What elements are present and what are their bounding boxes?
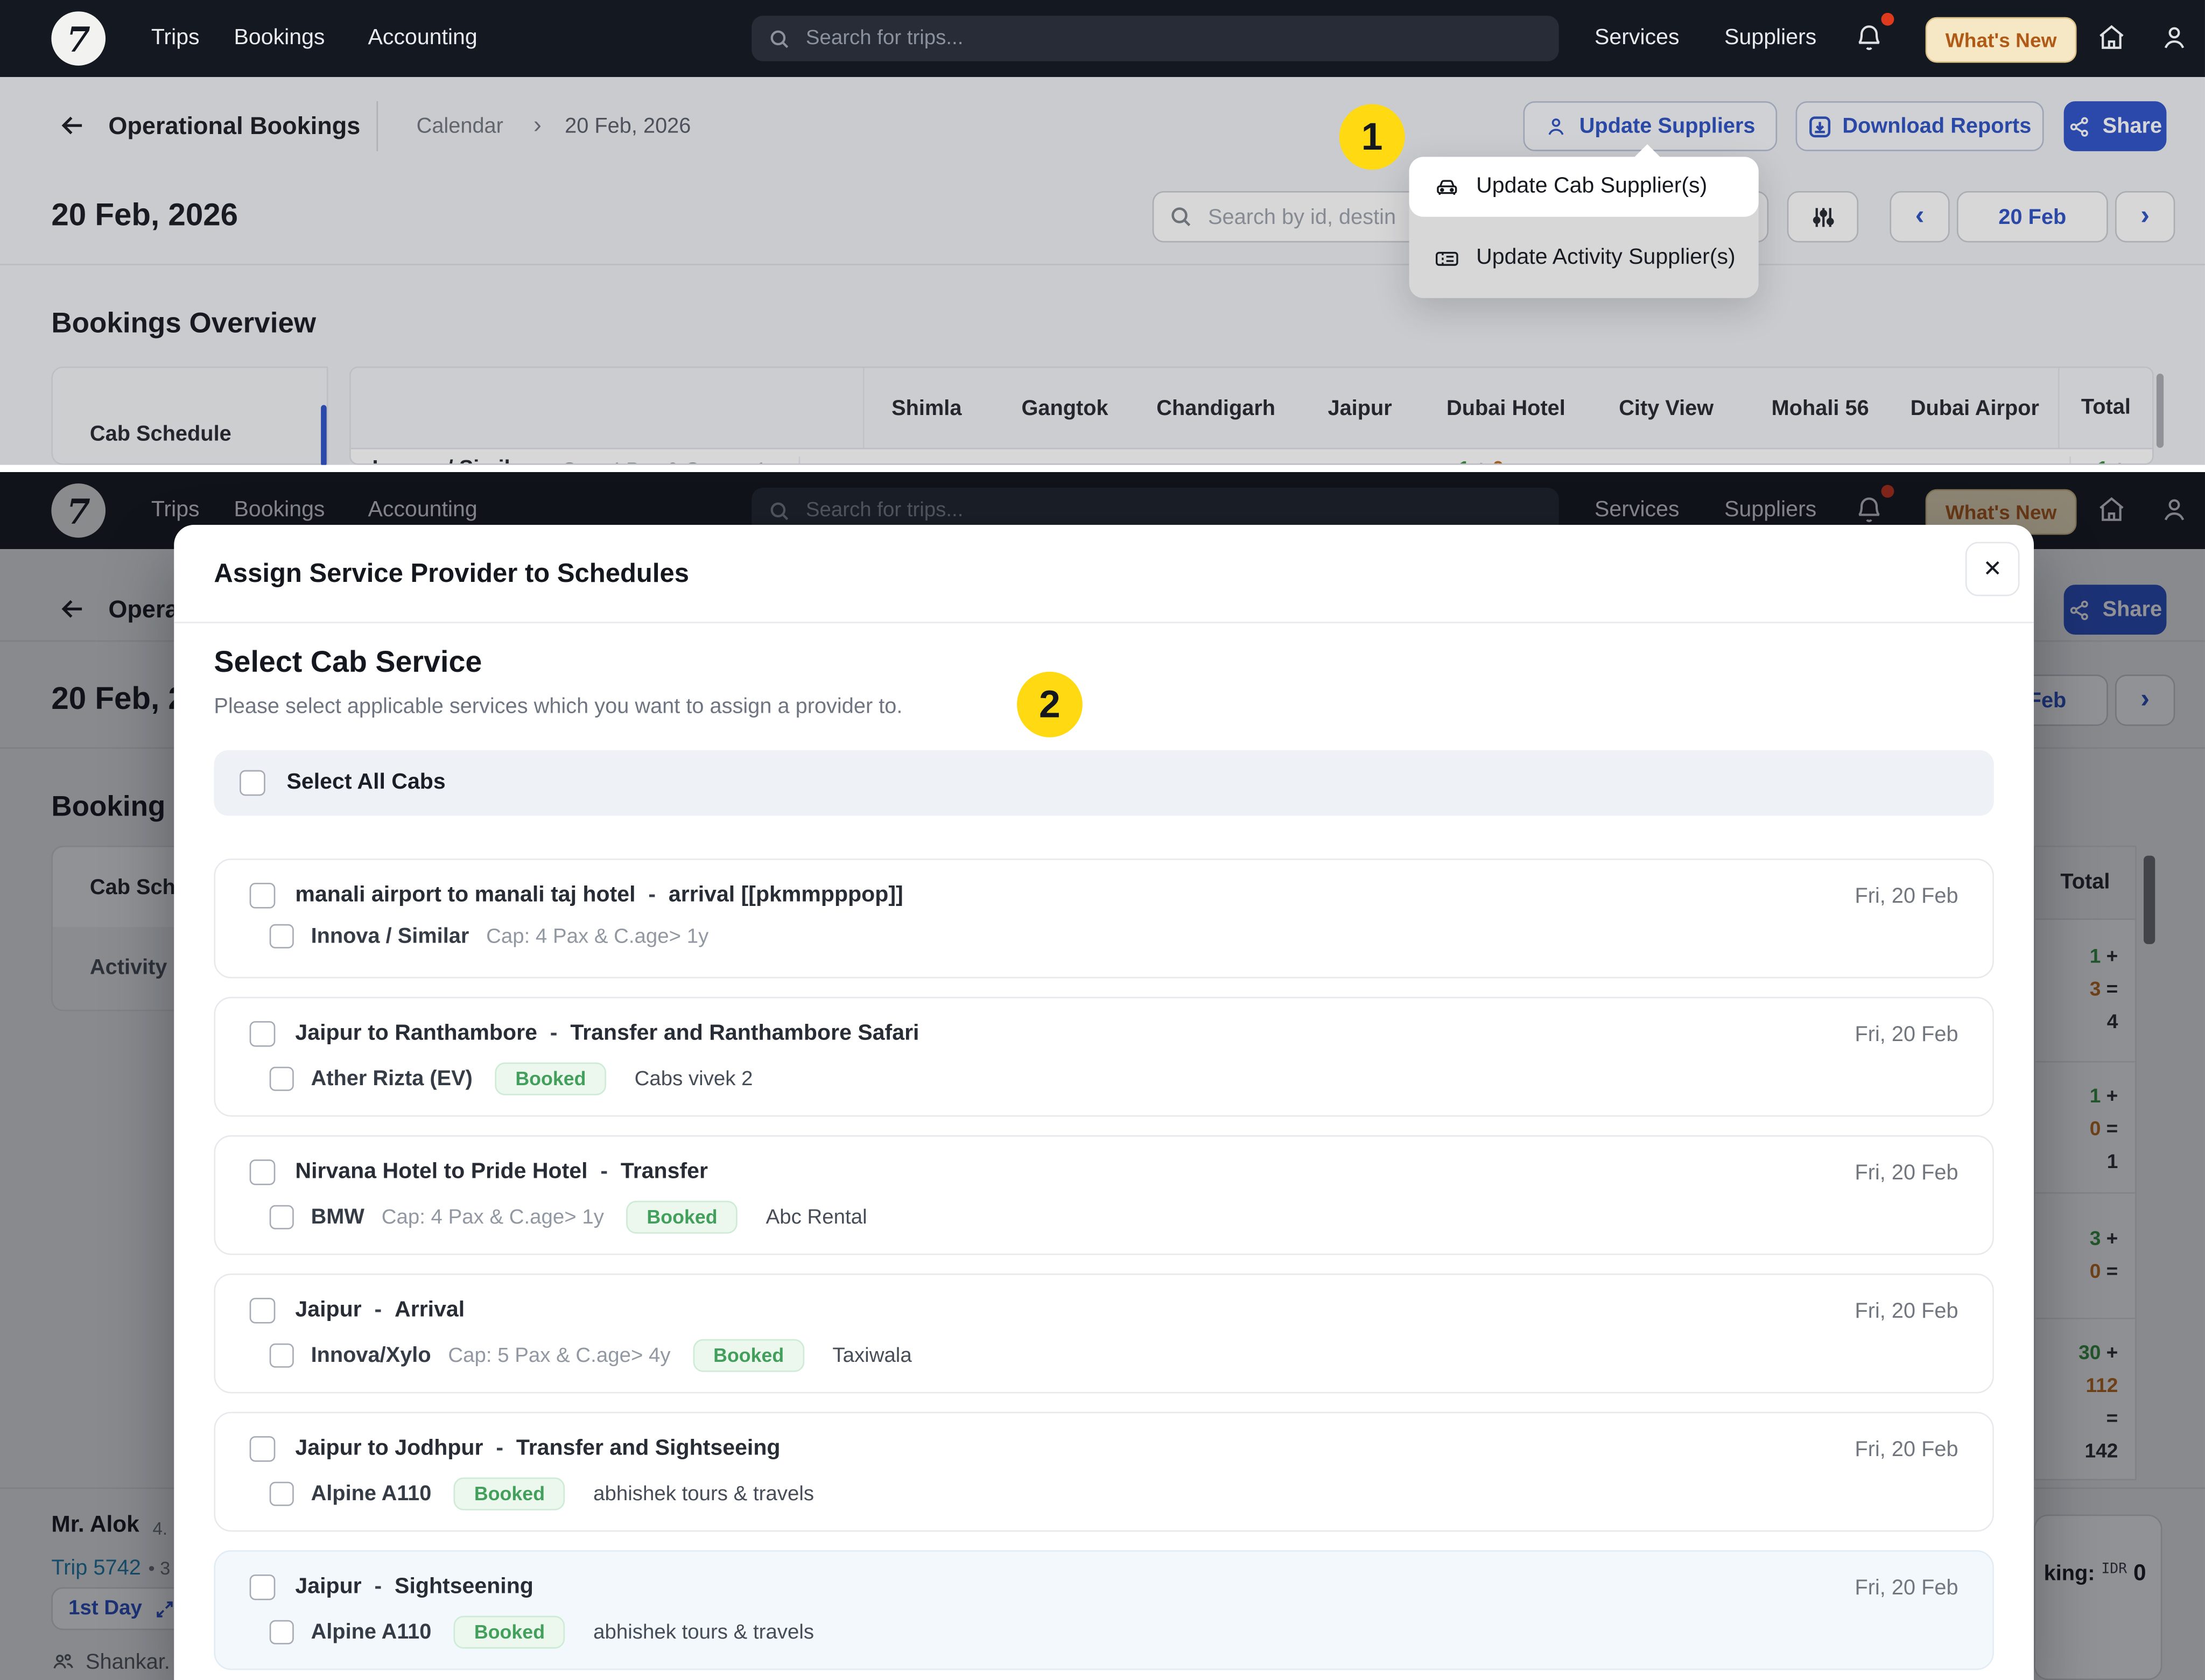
vehicle-name: Alpine A110: [311, 1620, 432, 1644]
service-checkbox[interactable]: [250, 1298, 276, 1324]
close-icon: ✕: [1983, 555, 2002, 584]
cab-service-card[interactable]: Jaipur to Ranthambore-Transfer and Ranth…: [214, 997, 1993, 1117]
vehicle-capacity: Cap: 4 Pax & C.age> 1y: [486, 925, 708, 947]
select-all-label: Select All Cabs: [287, 770, 446, 796]
vehicle-checkbox[interactable]: [270, 1344, 294, 1368]
bottom-screenshot: 7 Trips Bookings Accounting Services Sup…: [0, 472, 2205, 1680]
nav-bookings[interactable]: Bookings: [234, 26, 325, 52]
app-logo[interactable]: 7: [51, 11, 106, 66]
vehicle-checkbox[interactable]: [270, 1620, 294, 1644]
provider-name: Taxiwala: [832, 1344, 911, 1367]
top-navbar: 7 Trips Bookings Accounting Services Sup…: [0, 0, 2205, 77]
booked-badge: Booked: [495, 1063, 606, 1095]
cab-icon: [1435, 175, 1459, 199]
nav-accounting[interactable]: Accounting: [368, 26, 477, 52]
cab-service-card[interactable]: manali airport to manali taj hotel-arriv…: [214, 859, 1993, 979]
select-all-row[interactable]: Select All Cabs: [214, 750, 1993, 816]
service-date: Fri, 20 Feb: [1855, 1298, 1958, 1323]
service-title: Jaipur-Sightseening: [295, 1574, 533, 1600]
whats-new-button[interactable]: What's New: [1926, 17, 2077, 63]
search-icon: [769, 28, 790, 50]
vehicle-checkbox[interactable]: [270, 1067, 294, 1091]
service-checkbox[interactable]: [250, 883, 276, 909]
trip-search[interactable]: [752, 16, 1559, 61]
bell-icon[interactable]: [1854, 23, 1884, 53]
modal-section-title: Select Cab Service: [214, 646, 1993, 680]
vehicle-checkbox[interactable]: [270, 1205, 294, 1229]
booked-badge: Booked: [454, 1616, 565, 1649]
vehicle-capacity: Cap: 4 Pax & C.age> 1y: [382, 1206, 604, 1228]
service-checkbox[interactable]: [250, 1159, 276, 1185]
vehicle-name: Alpine A110: [311, 1482, 432, 1506]
service-date: Fri, 20 Feb: [1855, 1160, 1958, 1184]
assign-provider-modal: Assign Service Provider to Schedules ✕ S…: [174, 525, 2034, 1680]
service-title: manali airport to manali taj hotel-arriv…: [295, 883, 903, 909]
service-date: Fri, 20 Feb: [1855, 1022, 1958, 1046]
cab-service-card[interactable]: Nirvana Hotel to Pride Hotel-Transfer Fr…: [214, 1135, 1993, 1255]
vehicle-name: BMW: [311, 1205, 364, 1229]
cab-service-card[interactable]: Jaipur-Sightseening Fri, 20 Feb Alpine A…: [214, 1550, 1993, 1670]
dim-overlay: [0, 77, 2205, 465]
service-checkbox[interactable]: [250, 1574, 276, 1600]
top-screenshot: 7 Trips Bookings Accounting Services Sup…: [0, 0, 2205, 465]
modal-header: Assign Service Provider to Schedules ✕: [174, 525, 2034, 623]
modal-subtitle: Please select applicable services which …: [214, 694, 1993, 719]
service-title: Jaipur-Arrival: [295, 1298, 465, 1324]
modal-title: Assign Service Provider to Schedules: [214, 558, 689, 589]
profile-icon[interactable]: [2159, 23, 2189, 53]
vehicle-capacity: Cap: 5 Pax & C.age> 4y: [448, 1344, 670, 1367]
booked-badge: Booked: [627, 1201, 737, 1234]
service-title: Jaipur to Ranthambore-Transfer and Ranth…: [295, 1021, 919, 1047]
provider-name: Abc Rental: [766, 1206, 867, 1228]
service-title: Jaipur to Jodhpur-Transfer and Sightseei…: [295, 1436, 780, 1462]
nav-trips[interactable]: Trips: [151, 26, 200, 52]
nav-suppliers[interactable]: Suppliers: [1724, 26, 1816, 52]
service-checkbox[interactable]: [250, 1436, 276, 1462]
vehicle-name: Innova/Xylo: [311, 1344, 431, 1368]
annotation-step-2: 2: [1017, 672, 1083, 737]
vehicle-name: Ather Rizta (EV): [311, 1067, 473, 1091]
service-date: Fri, 20 Feb: [1855, 883, 1958, 908]
service-title: Nirvana Hotel to Pride Hotel-Transfer: [295, 1159, 708, 1185]
provider-name: abhishek tours & travels: [593, 1621, 814, 1643]
notification-dot: [1881, 13, 1894, 26]
select-all-checkbox[interactable]: [240, 770, 265, 796]
booked-badge: Booked: [693, 1339, 804, 1372]
provider-name: abhishek tours & travels: [593, 1482, 814, 1505]
menu-item-update-cab-supplier[interactable]: Update Cab Supplier(s): [1409, 157, 1759, 216]
provider-name: Cabs vivek 2: [635, 1067, 753, 1090]
cab-service-card[interactable]: Jaipur to Jodhpur-Transfer and Sightseei…: [214, 1412, 1993, 1532]
nav-services[interactable]: Services: [1595, 26, 1679, 52]
vehicle-checkbox[interactable]: [270, 1482, 294, 1506]
close-button[interactable]: ✕: [1965, 542, 2020, 596]
booked-badge: Booked: [454, 1478, 565, 1510]
cab-service-card[interactable]: Jaipur-Arrival Fri, 20 Feb Innova/Xylo C…: [214, 1274, 1993, 1394]
vehicle-checkbox[interactable]: [270, 924, 294, 948]
service-date: Fri, 20 Feb: [1855, 1437, 1958, 1461]
home-icon[interactable]: [2097, 23, 2127, 53]
service-date: Fri, 20 Feb: [1855, 1575, 1958, 1599]
trip-search-input[interactable]: [803, 26, 1542, 52]
composite-screenshot: 7 Trips Bookings Accounting Services Sup…: [0, 0, 2205, 1680]
vehicle-name: Innova / Similar: [311, 924, 469, 948]
annotation-step-1: 1: [1339, 104, 1405, 170]
service-checkbox[interactable]: [250, 1021, 276, 1047]
